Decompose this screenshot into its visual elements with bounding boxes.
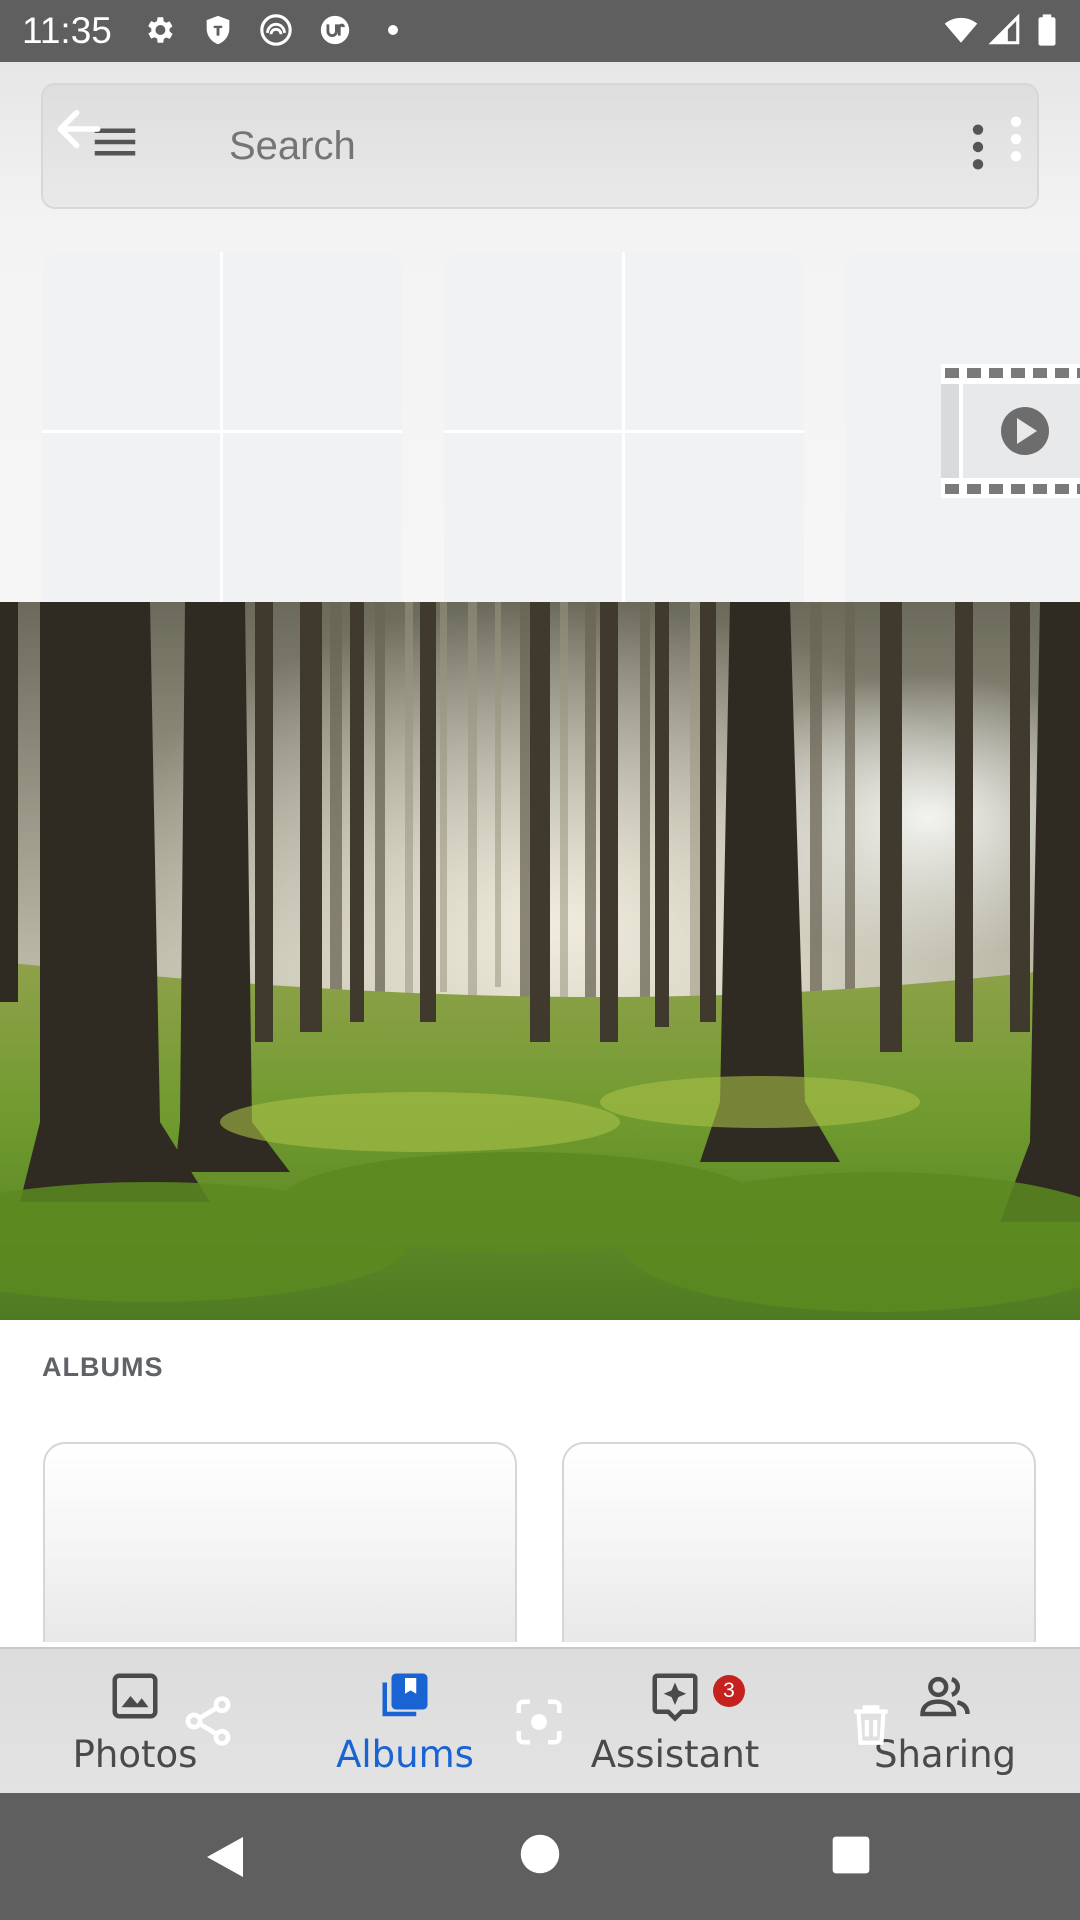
- albums-icon: [382, 1673, 428, 1717]
- forest-photo[interactable]: [0, 602, 1080, 1320]
- signal-icon: [988, 13, 1020, 45]
- status-time: 11:35: [22, 10, 112, 51]
- lens-icon[interactable]: [512, 1695, 566, 1749]
- nav-tab-assistant[interactable]: 3 Assistant: [540, 1649, 810, 1795]
- settings-icon: [148, 17, 173, 43]
- search-input[interactable]: Search: [229, 119, 356, 173]
- tile-divider: [444, 430, 804, 433]
- dot-icon: [388, 25, 398, 35]
- bottom-navigation: Photos Albums 3 Assistant Sharing: [0, 1647, 1080, 1795]
- home-button[interactable]: [519, 1833, 561, 1875]
- tile-divider: [622, 252, 625, 602]
- collection-tile[interactable]: [444, 252, 804, 602]
- assistant-icon: [652, 1673, 698, 1722]
- album-card[interactable]: [562, 1442, 1036, 1642]
- more-vert-icon[interactable]: [1001, 113, 1031, 165]
- film-strip-icon: [941, 364, 1080, 498]
- notification-badge: 3: [713, 1675, 745, 1707]
- recents-button[interactable]: [831, 1835, 871, 1875]
- back-button[interactable]: [203, 1833, 247, 1881]
- status-bar: 11:35: [0, 0, 1080, 62]
- shield-icon: [206, 15, 230, 45]
- search-bar[interactable]: Search: [41, 83, 1039, 209]
- tile-divider: [220, 252, 223, 602]
- app-icon: [260, 14, 292, 46]
- more-vert-icon[interactable]: [963, 121, 993, 173]
- nav-tab-albums[interactable]: Albums: [270, 1649, 540, 1795]
- photo-icon: [112, 1673, 158, 1719]
- tile-divider: [42, 430, 402, 433]
- share-icon[interactable]: [180, 1693, 236, 1749]
- battery-icon: [1038, 14, 1056, 46]
- videos-tile[interactable]: [845, 252, 1080, 602]
- back-arrow-icon[interactable]: [51, 101, 107, 157]
- app-icon: [320, 15, 350, 45]
- nav-label-assistant: Assistant: [590, 1733, 760, 1776]
- delete-icon[interactable]: [846, 1697, 896, 1751]
- wifi-icon: [944, 17, 978, 43]
- nav-label-albums: Albums: [336, 1733, 474, 1776]
- albums-heading: ALBUMS: [42, 1352, 164, 1382]
- system-navigation-bar: [0, 1793, 1080, 1920]
- people-icon: [920, 1676, 970, 1717]
- collection-tile[interactable]: [42, 252, 402, 602]
- album-card[interactable]: [43, 1442, 517, 1642]
- forest-image: [0, 602, 1080, 1320]
